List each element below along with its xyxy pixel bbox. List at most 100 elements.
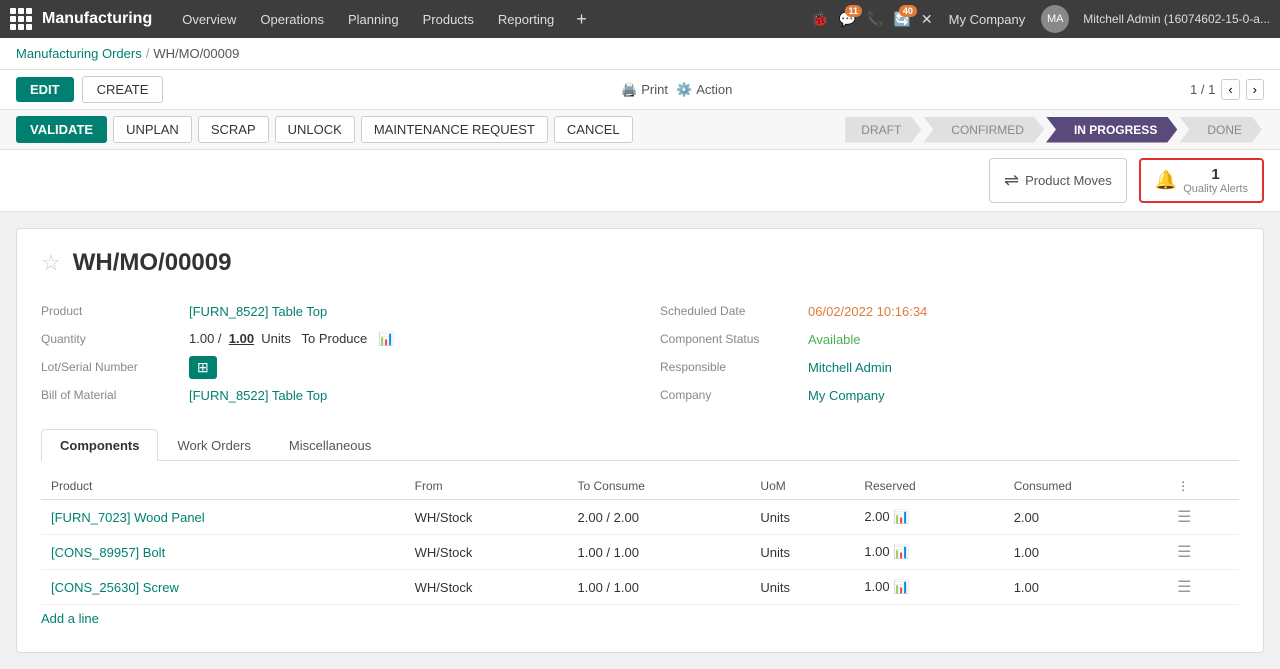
- edit-button[interactable]: EDIT: [16, 77, 74, 102]
- tab-components[interactable]: Components: [41, 429, 158, 461]
- company-name: My Company: [949, 12, 1026, 27]
- main-content: ☆ WH/MO/00009 Product [FURN_8522] Table …: [0, 212, 1280, 669]
- toolbar: EDIT CREATE 🖨️ Print ⚙️ Action 1 / 1 ‹ ›: [0, 70, 1280, 110]
- table-row: [CONS_89957] Bolt WH/Stock 1.00 / 1.00 U…: [41, 535, 1239, 570]
- table-row: [CONS_25630] Screw WH/Stock 1.00 / 1.00 …: [41, 570, 1239, 605]
- pager-prev[interactable]: ‹: [1221, 79, 1239, 100]
- phone-icon[interactable]: 📞: [866, 11, 883, 28]
- nav-overview[interactable]: Overview: [172, 0, 246, 38]
- lot-serial-add-button[interactable]: ⊞: [189, 356, 217, 379]
- print-button[interactable]: 🖨️ Print: [621, 82, 668, 98]
- row-from-2: WH/Stock: [405, 570, 568, 605]
- field-product: Product [FURN_8522] Table Top: [41, 297, 620, 325]
- quality-alerts-count: 1: [1183, 166, 1248, 183]
- nav-operations[interactable]: Operations: [250, 0, 334, 38]
- user-name: Mitchell Admin (16074602-15-0-a...: [1083, 12, 1270, 26]
- bill-of-material-value[interactable]: [FURN_8522] Table Top: [189, 388, 327, 403]
- responsible-value[interactable]: Mitchell Admin: [808, 360, 892, 375]
- component-status-value: Available: [808, 332, 861, 347]
- step-done: DONE: [1179, 117, 1262, 143]
- updates-icon[interactable]: 🔄40: [893, 11, 910, 28]
- row-uom-1: Units: [750, 535, 854, 570]
- row-from-1: WH/Stock: [405, 535, 568, 570]
- field-quantity: Quantity 1.00 / 1.00 Units To Produce 📊: [41, 325, 620, 353]
- row-reserved-2: 1.00 📊: [854, 570, 1003, 605]
- row-consumed-2: 1.00: [1004, 570, 1167, 605]
- product-value[interactable]: [FURN_8522] Table Top: [189, 304, 327, 319]
- col-uom: UoM: [750, 473, 854, 500]
- breadcrumb-current: WH/MO/00009: [153, 46, 239, 61]
- step-in-progress: IN PROGRESS: [1046, 117, 1177, 143]
- cancel-button[interactable]: CANCEL: [554, 116, 633, 143]
- row-menu-icon-1[interactable]: ☰: [1177, 544, 1191, 561]
- product-moves-label: Product Moves: [1025, 173, 1112, 188]
- unplan-button[interactable]: UNPLAN: [113, 116, 192, 143]
- form-card: ☆ WH/MO/00009 Product [FURN_8522] Table …: [16, 228, 1264, 653]
- create-button[interactable]: CREATE: [82, 76, 164, 103]
- step-draft: DRAFT: [845, 117, 921, 143]
- row-consumed-0: 2.00: [1004, 500, 1167, 535]
- tab-work-orders[interactable]: Work Orders: [158, 429, 269, 461]
- col-from: From: [405, 473, 568, 500]
- field-bill-of-material: Bill of Material [FURN_8522] Table Top: [41, 381, 620, 409]
- progress-steps: DRAFT CONFIRMED IN PROGRESS DONE: [845, 117, 1264, 143]
- bug-icon[interactable]: 🐞: [811, 11, 828, 28]
- product-moves-button[interactable]: ⇌ Product Moves: [989, 158, 1127, 203]
- add-line-button[interactable]: Add a line: [41, 605, 99, 632]
- field-lot-serial: Lot/Serial Number ⊞: [41, 353, 620, 381]
- row-uom-0: Units: [750, 500, 854, 535]
- quality-alerts-label: Quality Alerts: [1183, 183, 1248, 195]
- row-product-1[interactable]: [CONS_89957] Bolt: [51, 545, 165, 560]
- close-icon[interactable]: ✕: [921, 11, 933, 28]
- nav-add-button[interactable]: +: [568, 9, 595, 30]
- quantity-value: 1.00 / 1.00 Units To Produce 📊: [189, 331, 394, 347]
- nav-planning[interactable]: Planning: [338, 0, 409, 38]
- form-fields: Product [FURN_8522] Table Top Quantity 1…: [41, 297, 1239, 409]
- step-confirmed: CONFIRMED: [923, 117, 1044, 143]
- row-product-2[interactable]: [CONS_25630] Screw: [51, 580, 179, 595]
- nav-reporting[interactable]: Reporting: [488, 0, 564, 38]
- field-responsible: Responsible Mitchell Admin: [660, 353, 1239, 381]
- breadcrumb-parent[interactable]: Manufacturing Orders: [16, 46, 142, 61]
- nav-products[interactable]: Products: [413, 0, 484, 38]
- favorite-star-icon[interactable]: ☆: [41, 250, 61, 276]
- pager-next[interactable]: ›: [1246, 79, 1264, 100]
- action-button[interactable]: ⚙️ Action: [676, 82, 732, 98]
- row-to-consume-0: 2.00 / 2.00: [568, 500, 751, 535]
- nav-icons: 🐞 💬11 📞 🔄40 ✕ My Company MA Mitchell Adm…: [811, 5, 1270, 33]
- quality-alerts-info: 1 Quality Alerts: [1183, 166, 1248, 195]
- components-table: Product From To Consume UoM Reserved Con…: [41, 473, 1239, 605]
- breadcrumb: Manufacturing Orders / WH/MO/00009: [0, 38, 1280, 70]
- row-reserved-1: 1.00 📊: [854, 535, 1003, 570]
- breadcrumb-separator: /: [146, 46, 150, 61]
- record-title-row: ☆ WH/MO/00009: [41, 249, 1239, 277]
- col-reserved: Reserved: [854, 473, 1003, 500]
- tab-miscellaneous[interactable]: Miscellaneous: [270, 429, 390, 461]
- user-avatar: MA: [1041, 5, 1069, 33]
- scheduled-date-value: 06/02/2022 10:16:34: [808, 304, 927, 319]
- company-value[interactable]: My Company: [808, 388, 885, 403]
- bell-icon: 🔔: [1155, 170, 1177, 191]
- field-company: Company My Company: [660, 381, 1239, 409]
- table-row: [FURN_7023] Wood Panel WH/Stock 2.00 / 2…: [41, 500, 1239, 535]
- scrap-button[interactable]: SCRAP: [198, 116, 269, 143]
- field-scheduled-date: Scheduled Date 06/02/2022 10:16:34: [660, 297, 1239, 325]
- field-component-status: Component Status Available: [660, 325, 1239, 353]
- messages-icon[interactable]: 💬11: [839, 11, 856, 28]
- pager: 1 / 1 ‹ ›: [1190, 79, 1264, 100]
- validate-button[interactable]: VALIDATE: [16, 116, 107, 143]
- record-title: WH/MO/00009: [73, 249, 232, 277]
- app-grid-icon[interactable]: [10, 8, 32, 30]
- unlock-button[interactable]: UNLOCK: [275, 116, 355, 143]
- app-name: Manufacturing: [42, 10, 152, 28]
- col-product: Product: [41, 473, 405, 500]
- row-reserved-0: 2.00 📊: [854, 500, 1003, 535]
- row-menu-icon-0[interactable]: ☰: [1177, 509, 1191, 526]
- top-nav: Manufacturing Overview Operations Planni…: [0, 0, 1280, 38]
- col-actions: ⋮: [1167, 473, 1239, 500]
- row-menu-icon-2[interactable]: ☰: [1177, 579, 1191, 596]
- product-moves-icon: ⇌: [1004, 170, 1019, 191]
- row-product-0[interactable]: [FURN_7023] Wood Panel: [51, 510, 205, 525]
- maintenance-request-button[interactable]: MAINTENANCE REQUEST: [361, 116, 548, 143]
- quality-alerts-button[interactable]: 🔔 1 Quality Alerts: [1139, 158, 1264, 203]
